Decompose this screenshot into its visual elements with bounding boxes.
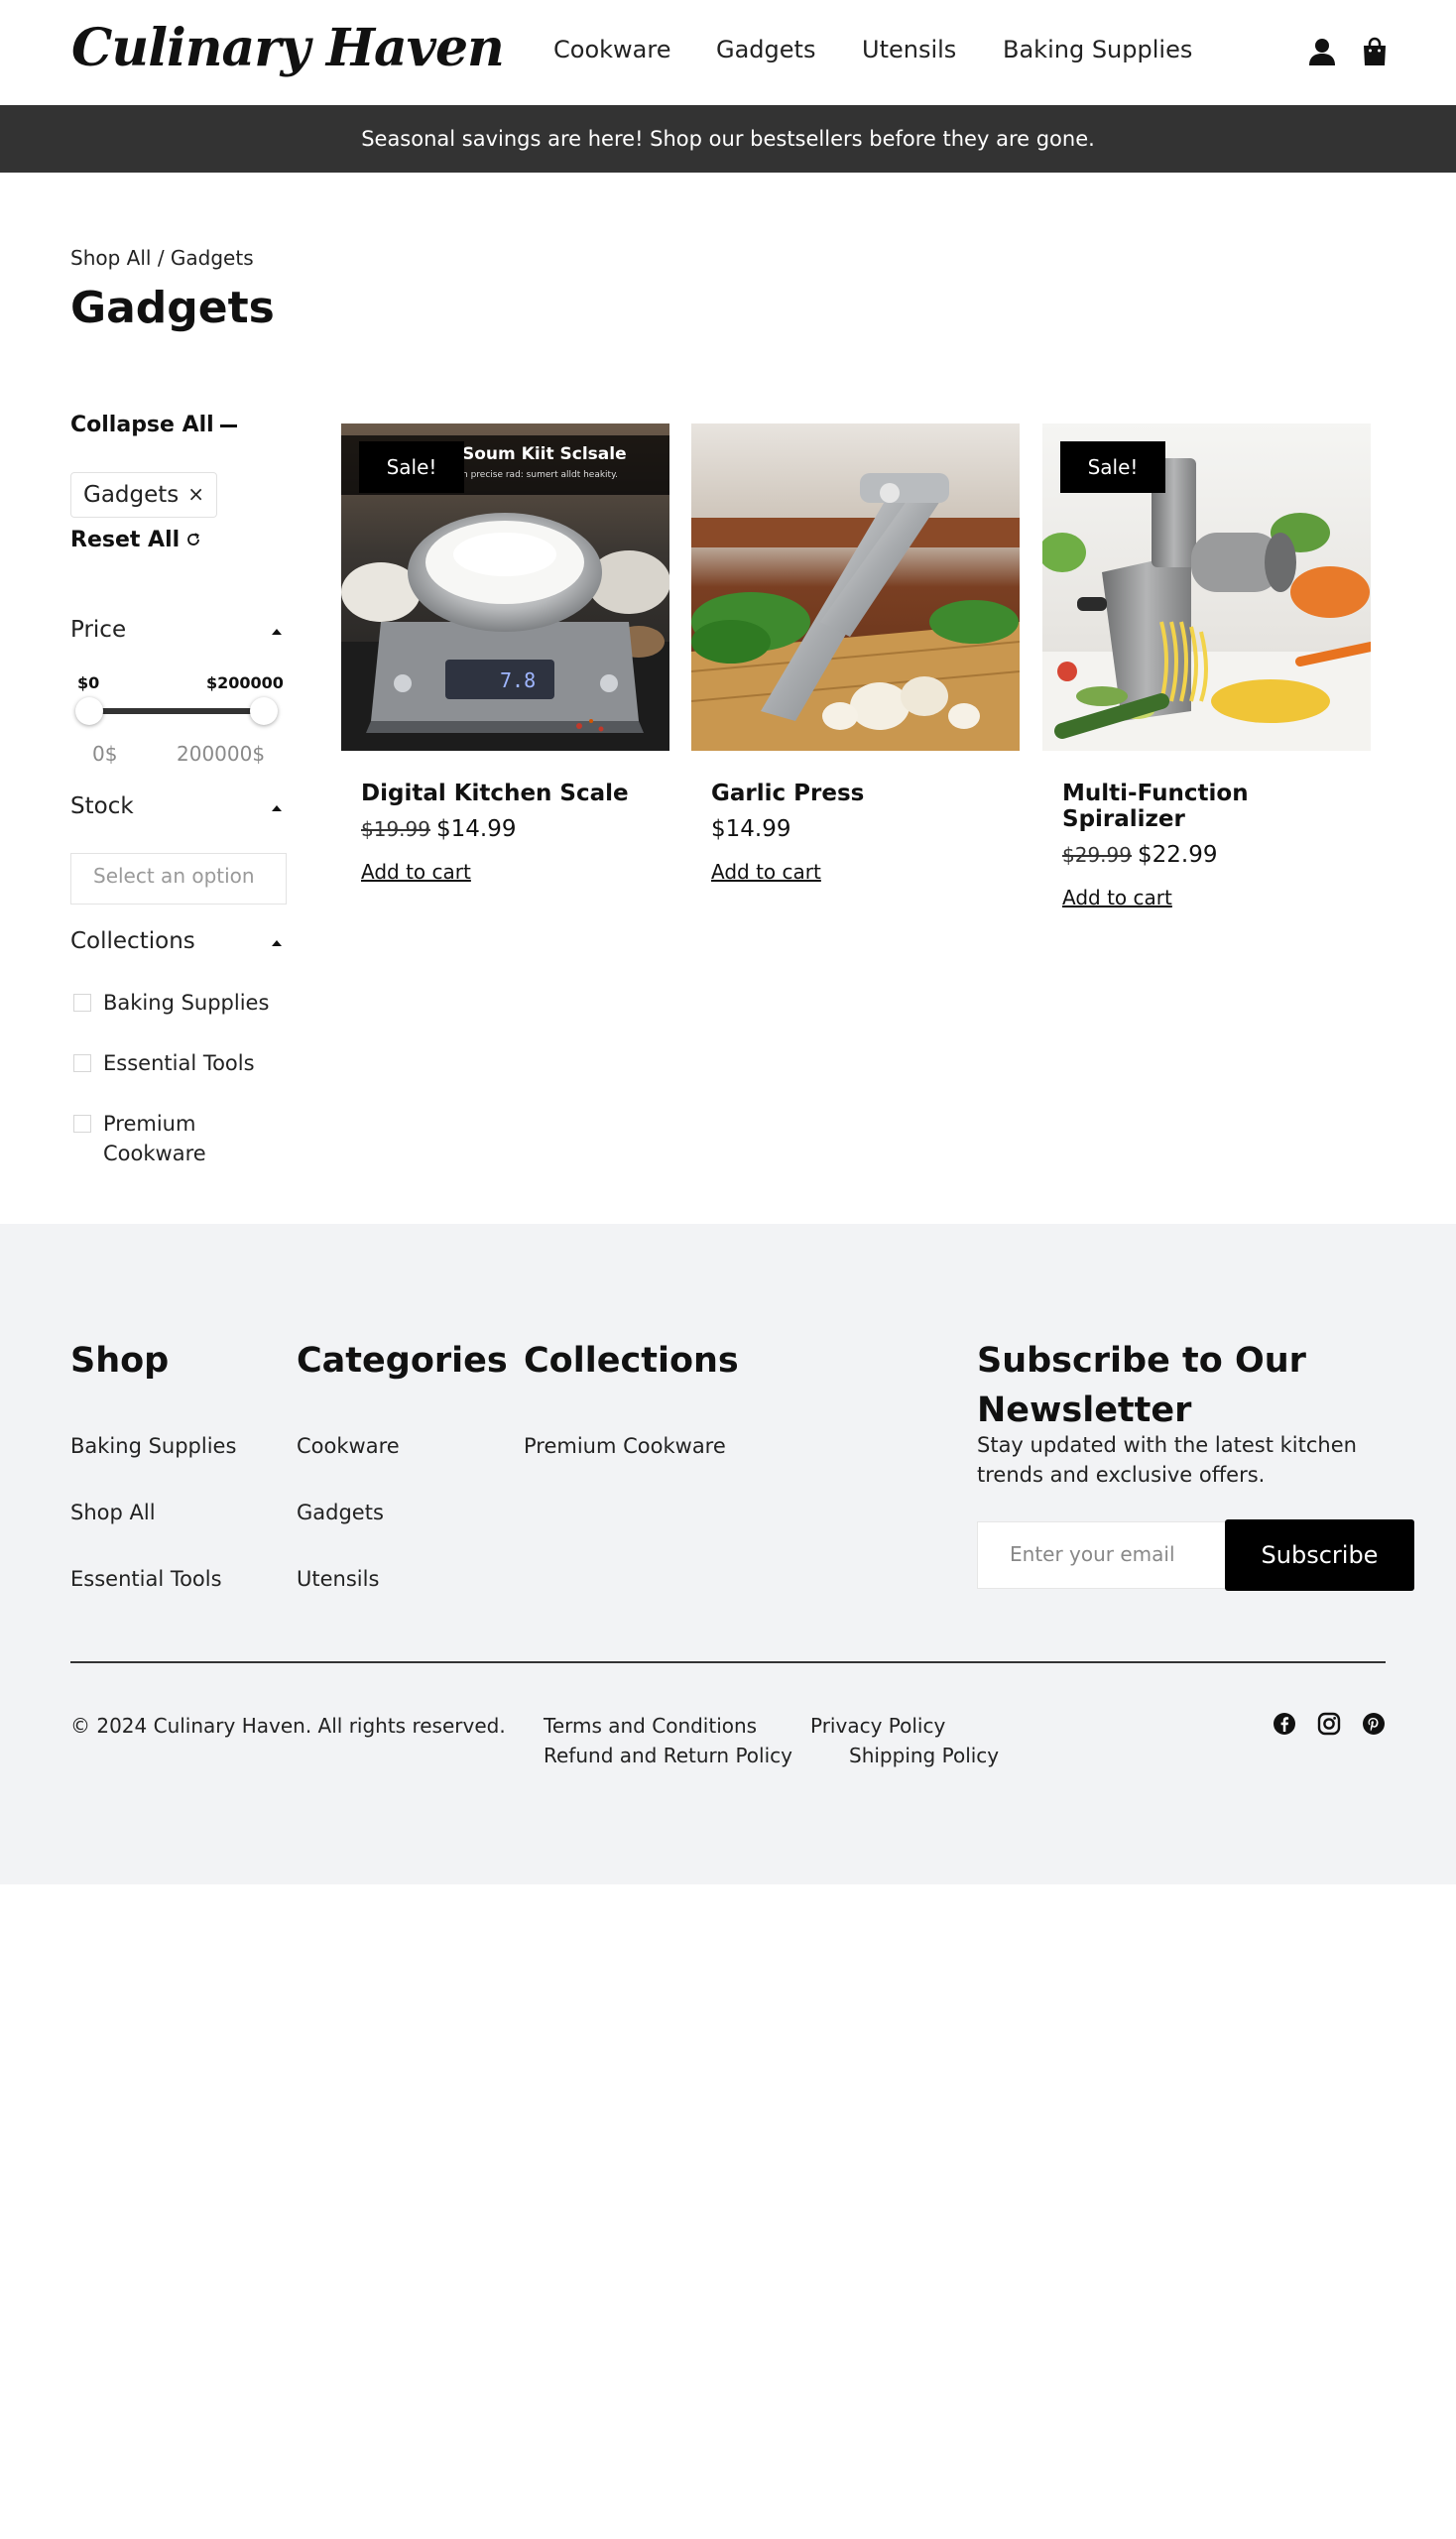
footer-link[interactable]: Essential Tools	[70, 1567, 222, 1591]
stock-select[interactable]: Select an option	[70, 853, 287, 905]
close-icon[interactable]: ×	[187, 482, 204, 506]
chevron-up-icon[interactable]	[272, 940, 282, 946]
chip-label: Gadgets	[83, 482, 180, 508]
instagram-icon[interactable]	[1316, 1711, 1342, 1737]
product-image[interactable]	[691, 423, 1020, 751]
scale-readout: 7.8	[500, 668, 536, 692]
account-icon[interactable]	[1306, 36, 1338, 67]
garlic-press-image	[691, 423, 1020, 751]
checkbox[interactable]	[73, 994, 91, 1012]
price: $14.99	[711, 816, 791, 842]
collection-option-premium-cookware[interactable]: Premium Cookware	[73, 1109, 252, 1168]
product-price: $29.99 $22.99	[1062, 842, 1371, 868]
original-price: $29.99	[1062, 843, 1132, 867]
add-to-cart-link[interactable]: Add to cart	[711, 860, 1020, 884]
footer-link[interactable]: Gadgets	[297, 1501, 384, 1524]
price-slider-max-handle[interactable]	[250, 697, 278, 725]
footer-collections-heading: Collections	[524, 1341, 739, 1381]
sale-badge: Sale!	[1060, 441, 1165, 493]
facebook-icon[interactable]	[1272, 1711, 1297, 1737]
nav-cookware[interactable]: Cookware	[553, 36, 670, 63]
announcement-bar: Seasonal savings are here! Shop our best…	[0, 105, 1456, 173]
active-filter-chip[interactable]: Gadgets ×	[70, 472, 217, 518]
refresh-icon[interactable]	[184, 527, 202, 553]
newsletter-heading: Subscribe to Our Newsletter	[977, 1341, 1306, 1430]
product-name[interactable]: Garlic Press	[711, 781, 1020, 806]
product-name[interactable]: Digital Kitchen Scale	[361, 781, 669, 806]
footer-link[interactable]: Utensils	[297, 1567, 379, 1591]
product-name[interactable]: Multi-Function Spiralizer	[1062, 781, 1371, 832]
collection-option-essential-tools[interactable]: Essential Tools	[73, 1048, 292, 1078]
price-filter-title[interactable]: Price	[70, 617, 126, 643]
price-min-label: $0	[77, 673, 100, 692]
product-card[interactable]: Sale! Multi-Function Spiralizer $29.99 $2…	[1042, 423, 1371, 909]
checkbox-label: Premium Cookware	[103, 1112, 206, 1165]
price-range-max: 200000$	[177, 742, 266, 766]
price-slider-min-handle[interactable]	[75, 697, 103, 725]
footer-link[interactable]: Cookware	[297, 1434, 400, 1458]
nav-gadgets[interactable]: Gadgets	[716, 36, 815, 63]
original-price: $19.99	[361, 817, 430, 841]
product-price: $14.99	[711, 816, 1020, 842]
footer-shop-heading: Shop	[70, 1341, 170, 1381]
product-card[interactable]: 7.8 Soum Kiit Sclsale n precise rad: sum…	[341, 423, 669, 884]
nav-utensils[interactable]: Utensils	[862, 36, 956, 63]
footer-link[interactable]: Baking Supplies	[70, 1434, 236, 1458]
add-to-cart-link[interactable]: Add to cart	[361, 860, 669, 884]
stock-filter-title[interactable]: Stock	[70, 793, 134, 819]
sale-price: $14.99	[435, 816, 517, 842]
minus-icon[interactable]	[220, 424, 237, 427]
checkbox-label: Essential Tools	[103, 1051, 255, 1075]
product-image[interactable]: 7.8 Soum Kiit Sclsale n precise rad: sum…	[341, 423, 669, 751]
newsletter-text: Stay updated with the latest kitchen tre…	[977, 1433, 1357, 1487]
product-price: $19.99 $14.99	[361, 816, 669, 842]
privacy-link[interactable]: Privacy Policy	[810, 1714, 945, 1738]
subscribe-button[interactable]: Subscribe	[1225, 1519, 1414, 1591]
collection-option-baking-supplies[interactable]: Baking Supplies	[73, 988, 292, 1018]
sale-badge: Sale!	[359, 441, 464, 493]
shipping-link[interactable]: Shipping Policy	[849, 1744, 999, 1767]
refund-link[interactable]: Refund and Return Policy	[544, 1744, 792, 1767]
reset-all-button[interactable]: Reset All	[70, 528, 180, 552]
chevron-up-icon[interactable]	[272, 805, 282, 811]
price-max-label: $200000	[206, 673, 284, 692]
product-image[interactable]: Sale!	[1042, 423, 1371, 751]
copyright: © 2024 Culinary Haven. All rights reserv…	[70, 1714, 506, 1738]
pinterest-icon[interactable]	[1361, 1711, 1387, 1737]
add-to-cart-link[interactable]: Add to cart	[1062, 886, 1371, 909]
product-card[interactable]: Garlic Press $14.99 Add to cart	[691, 423, 1020, 884]
collapse-all-button[interactable]: Collapse All	[70, 413, 214, 437]
site-header: Culinary Haven Cookware Gadgets Utensils…	[0, 0, 1456, 105]
terms-link[interactable]: Terms and Conditions	[544, 1714, 757, 1738]
image-overlay-subtext: n precise rad: sumert alldt heakity.	[462, 470, 618, 480]
price-slider-track[interactable]	[89, 708, 264, 714]
image-overlay-text: Soum Kiit Sclsale	[462, 444, 627, 464]
sale-price: $22.99	[1137, 842, 1218, 868]
footer-divider	[70, 1661, 1386, 1663]
footer-link[interactable]: Premium Cookware	[524, 1434, 726, 1458]
footer-link[interactable]: Shop All	[70, 1501, 156, 1524]
page-title: Gadgets	[70, 283, 275, 333]
nav-baking-supplies[interactable]: Baking Supplies	[1003, 36, 1192, 63]
price-range-min: 0$	[92, 742, 118, 766]
breadcrumb[interactable]: Shop All / Gadgets	[70, 246, 254, 270]
email-input[interactable]: Enter your email	[977, 1521, 1227, 1589]
checkbox-label: Baking Supplies	[103, 991, 270, 1015]
shopping-bag-icon[interactable]	[1359, 36, 1391, 67]
chevron-up-icon[interactable]	[272, 629, 282, 635]
site-logo[interactable]: Culinary Haven	[71, 18, 505, 78]
footer-categories-heading: Categories	[297, 1341, 508, 1381]
collections-filter-title[interactable]: Collections	[70, 928, 195, 954]
checkbox[interactable]	[73, 1054, 91, 1072]
checkbox[interactable]	[73, 1115, 91, 1133]
